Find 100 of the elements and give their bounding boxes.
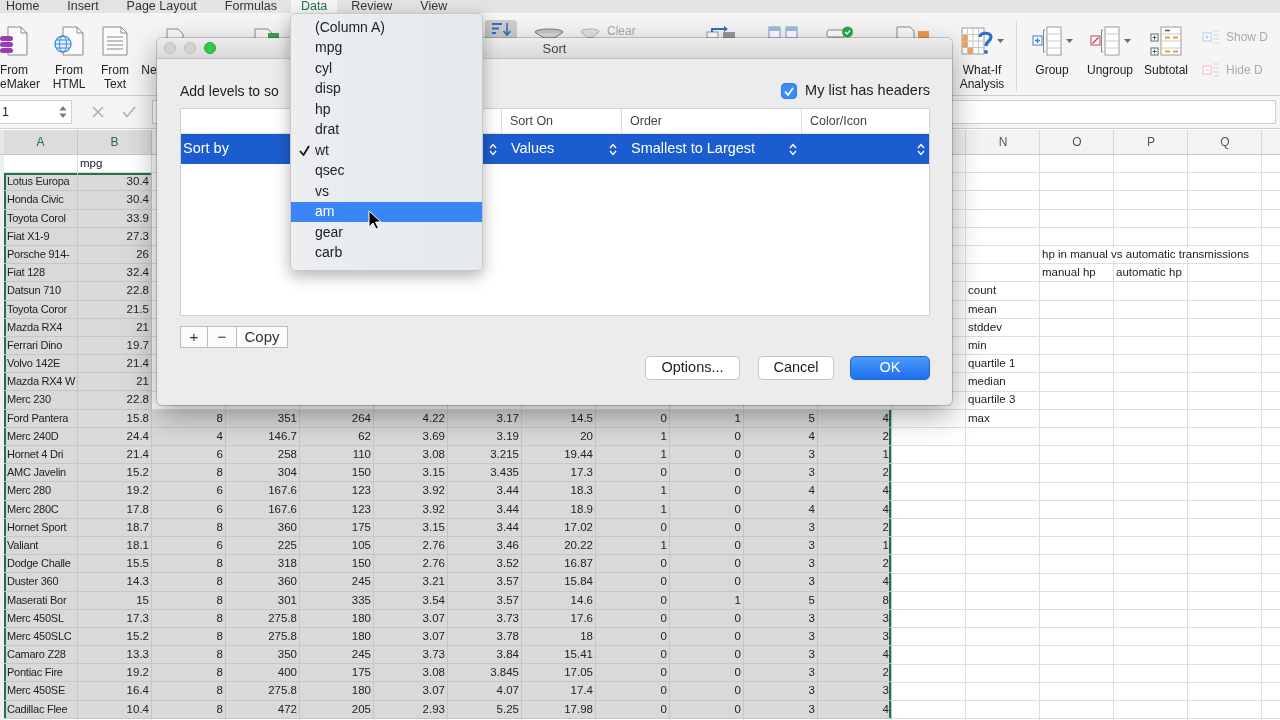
column-header[interactable]: A [4,130,78,154]
ribbon-button[interactable]: From Text [98,13,132,91]
table-cell: 17.05 [522,664,596,683]
column-heading: Sort On [510,112,554,130]
ribbon-tab[interactable]: Formulas [210,0,291,13]
table-cell: 30.4 [78,191,152,210]
toggle-check-icon[interactable] [825,26,854,38]
menu-item[interactable]: vs [291,181,482,202]
order-select[interactable]: Smallest to Largest [621,134,801,164]
table-cell: 3 [744,664,818,683]
table-cell: 3.07 [374,682,448,701]
check-icon[interactable] [122,106,136,118]
table-cell: 0 [596,664,670,683]
table-cell: 15.84 [522,573,596,592]
table-cell: 17.3 [522,464,596,483]
sheet-label: stddev [968,320,1005,333]
sheet-label: automatic hp [1116,266,1185,279]
stepper-icon[interactable] [489,142,497,156]
document-icon[interactable] [254,28,280,38]
table-cell: Dodge Challe [4,555,78,574]
table-cell: Mazda RX4 W [4,373,78,392]
menu-item[interactable]: gear [291,222,482,243]
ribbon-tab[interactable]: Page Layout [112,0,211,13]
menu-item[interactable]: cyl [291,58,482,79]
globe-document-icon [54,26,84,56]
column-header[interactable]: Q [1188,130,1262,154]
table-cell: Fiat 128 [4,264,78,283]
ribbon-tab[interactable]: Data [290,0,338,13]
zoom-icon[interactable] [204,42,216,54]
sort-on-select[interactable]: Values [501,134,621,164]
stepper-icon[interactable] [609,142,617,156]
add-level-button[interactable]: + [180,326,208,348]
ribbon-tab[interactable]: Home [0,0,54,13]
table-cell: Lotus Europa [4,173,78,192]
table-cell: Merc 450SE [4,682,78,701]
ribbon-button[interactable]: Group [1026,13,1078,77]
ribbon-tab[interactable]: Review [337,0,407,13]
table-cell: 150 [300,464,374,483]
table-cell: 8 [152,664,226,683]
table-cell: Hornet 4 Dri [4,446,78,465]
stepper-icon[interactable] [59,105,67,119]
table-cell: 3 [744,646,818,665]
table-cell: 0 [596,573,670,592]
name-box-field[interactable]: 1 [0,100,72,124]
menu-item[interactable]: hp [291,99,482,120]
cancel-icon[interactable] [92,106,104,118]
table-cell: AMC Javelin [4,464,78,483]
stepper-icon[interactable] [917,142,925,156]
table-cell: 0 [670,482,744,501]
menu-item[interactable]: (Column A) [291,17,482,38]
column-header[interactable]: N [966,130,1040,154]
table-cell: 4 [818,646,892,665]
options-button[interactable]: Options... [645,356,740,380]
table-cell: 180 [300,682,374,701]
ribbon-tab[interactable]: View [406,0,462,13]
table-cell: 350 [226,646,300,665]
arrow-over-boxes-icon[interactable] [705,26,736,38]
table-cell: 0 [670,446,744,465]
table-cell: Volvo 142E [4,355,78,374]
table-cell: 6 [152,446,226,465]
menu-item[interactable]: carb [291,242,482,263]
ribbon-tab[interactable]: Insert [53,0,113,13]
sheet-label: manual hp [1042,266,1099,279]
table-cell: 0 [670,573,744,592]
ribbon-button[interactable]: From eMaker [0,13,44,91]
two-panels-icon[interactable] [767,26,798,38]
menu-item[interactable]: wt [291,140,482,161]
column-header[interactable]: P [1114,130,1188,154]
cancel-button[interactable]: Cancel [758,356,834,380]
menu-item[interactable]: mpg [291,37,482,58]
menu-item[interactable]: disp [291,78,482,99]
column-header[interactable]: B [78,130,152,154]
table-cell: 3.845 [448,664,522,683]
table-cell: 2.76 [374,555,448,574]
sort-button[interactable] [485,20,517,38]
ribbon-button[interactable]: Subtotal [1141,13,1191,77]
ok-button[interactable]: OK [850,356,930,380]
table-cell: Datsun 710 [4,282,78,301]
document-icon[interactable] [166,28,184,38]
table-cell: 400 [226,664,300,683]
document-icon[interactable] [895,26,930,38]
column-heading: Color/Icon [810,112,867,130]
remove-level-button[interactable]: − [208,326,237,348]
table-cell: 360 [226,573,300,592]
copy-level-button[interactable]: Copy [237,326,288,348]
menu-item[interactable]: am [291,201,482,222]
ribbon-button[interactable]: From HTML [50,13,88,91]
ribbon-button[interactable]: Ungroup [1084,13,1136,77]
table-cell: 0 [670,464,744,483]
table-cell: 15.5 [78,555,152,574]
stepper-icon[interactable] [789,142,797,156]
table-cell: 245 [300,646,374,665]
ribbon-button[interactable]: What-If Analysis [956,13,1008,91]
table-cell: Merc 230 [4,391,78,410]
table-cell: 16.87 [522,555,596,574]
checkbox[interactable] [781,83,798,99]
ribbon-button[interactable]: Ne [141,13,157,77]
column-header[interactable]: O [1040,130,1114,154]
plus-bracket-column-icon [1031,26,1062,56]
checkbox-label[interactable]: My list has headers [805,80,930,102]
